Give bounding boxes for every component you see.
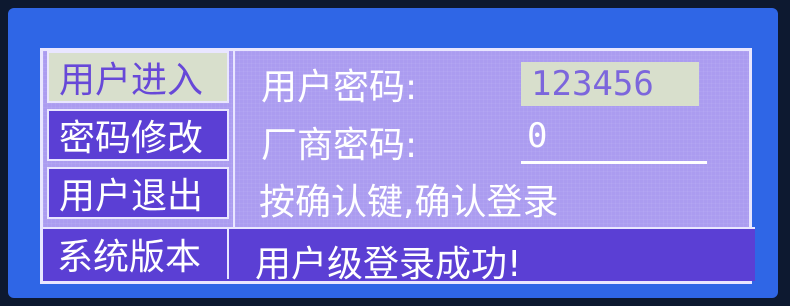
vendor-password-label: 厂商密码: [261,125,418,166]
vendor-password-underline [521,161,707,164]
vendor-password-row: 厂商密码: 0 [235,109,749,166]
vendor-password-field[interactable]: 0 [527,116,547,156]
status-message: 用户级登录成功! [255,244,522,285]
lcd-panel: 用户进入 密码修改 用户退出 用户密码: 123456 厂商密码: 0 按确认键… [8,8,778,298]
menu-item-user-exit[interactable]: 用户退出 [47,167,229,219]
menu-item-system-version[interactable]: 系统版本 [47,229,229,279]
hint-row: 按确认键,确认登录 [235,167,749,224]
menu-item-change-password[interactable]: 密码修改 [47,109,229,161]
device-bezel: 用户进入 密码修改 用户退出 用户密码: 123456 厂商密码: 0 按确认键… [0,0,790,306]
user-password-field[interactable]: 123456 [521,62,699,106]
status-bar: 系统版本 用户级登录成功! [43,227,755,285]
user-password-label: 用户密码: [261,67,418,108]
lcd-screen: 用户进入 密码修改 用户退出 用户密码: 123456 厂商密码: 0 按确认键… [40,48,755,285]
confirm-hint: 按确认键,确认登录 [259,182,559,223]
menu-item-user-enter[interactable]: 用户进入 [47,51,229,103]
user-password-row: 用户密码: 123456 [235,51,749,108]
